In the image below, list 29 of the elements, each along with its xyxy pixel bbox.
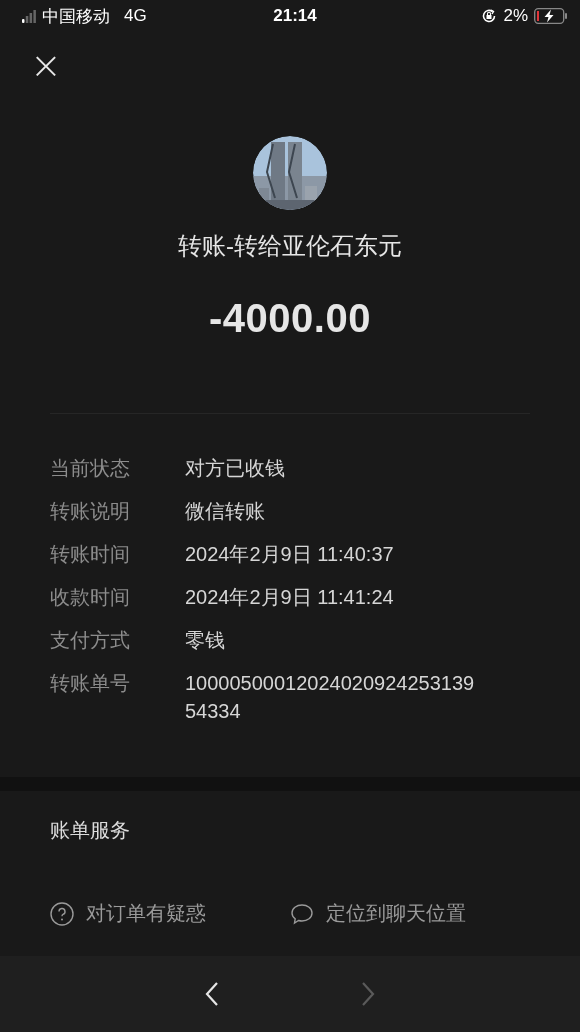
detail-label: 转账单号 [50,671,131,696]
detail-label: 支付方式 [50,628,131,653]
question-icon [50,901,74,926]
charging-battery-icon [534,8,568,24]
chevron-left-icon [203,980,221,1008]
service-link[interactable]: 对订单有疑惑 [50,900,290,927]
transfer-title: 转账-转给亚伦石东元 [178,231,402,261]
detail-label: 收款时间 [50,585,131,610]
section-title: 账单服务 [50,818,131,843]
detail-value: 1000050001202402092425313954334 [185,671,475,724]
carrier-name: 中国移动 [42,5,110,28]
clock-time: 21:14 [273,6,317,25]
service-link[interactable]: 定位到聊天位置 [290,900,530,927]
detail-value: 零钱 [185,628,226,653]
detail-label: 转账时间 [50,542,131,567]
network-type: 4G [124,6,147,26]
rotation-lock-icon [481,8,498,24]
transfer-amount: -4000.00 [209,296,371,341]
close-button[interactable]: × [30,50,62,80]
detail-label: 转账说明 [50,499,131,524]
detail-value: 2024年2月9日 11:40:37 [185,542,395,567]
detail-value: 2024年2月9日 11:41:24 [185,585,395,610]
detail-label: 当前状态 [50,456,131,481]
detail-value: 对方已收钱 [185,456,286,481]
battery-percent: 2% [503,6,528,26]
chevron-right-icon [359,980,377,1008]
signal-icon [22,9,36,23]
chat-bubble-icon [290,902,314,925]
detail-value: 微信转账 [185,499,266,524]
